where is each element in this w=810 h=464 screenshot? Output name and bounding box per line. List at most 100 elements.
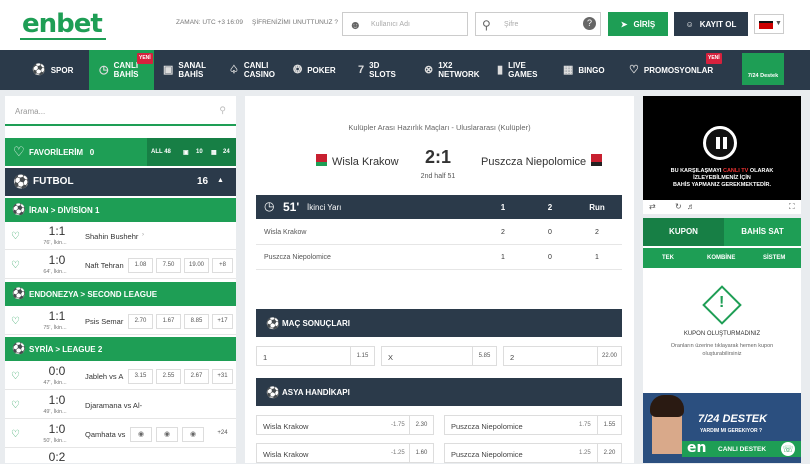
match-minute: 49', İkin...: [43, 409, 67, 415]
nav-live-games[interactable]: ▮ LIVE GAMES: [497, 50, 537, 90]
match-row[interactable]: ♡ 0:0 47', İkin... Jableh vs A 3.15 2.55…: [5, 362, 236, 390]
search-icon: ⚲: [219, 105, 226, 115]
heart-icon[interactable]: ♡: [11, 371, 20, 382]
chevron-up-icon[interactable]: ▲: [217, 177, 224, 184]
live-period: İkinci Yarı: [307, 203, 342, 212]
heart-icon[interactable]: ♡: [11, 260, 20, 271]
more-odds-button[interactable]: +17: [212, 314, 233, 329]
tab-sistem[interactable]: SİSTEM: [763, 255, 785, 261]
tab-kombine[interactable]: KOMBİNE: [707, 255, 735, 261]
forgot-password-link[interactable]: ŞİFRENİZİMI UNUTTUNUZ ?: [252, 19, 338, 26]
odd-button[interactable]: 2.67: [184, 369, 209, 384]
signup-label: KAYIT OL: [699, 19, 737, 29]
live-minute: 51': [283, 200, 300, 214]
match-score: 0:2: [48, 450, 66, 464]
handicap-odd-button[interactable]: Wisla Krakow -1.25 1.60: [256, 443, 434, 463]
refresh-icon[interactable]: ↻: [675, 202, 682, 211]
more-odds-button[interactable]: +24: [212, 427, 233, 442]
search-input[interactable]: Arama... ⚲: [5, 96, 236, 126]
nav-poker[interactable]: ❂ POKER: [293, 50, 336, 90]
pause-icon[interactable]: [703, 126, 737, 160]
help-icon[interactable]: ?: [583, 17, 596, 30]
tv-icon[interactable]: ▣: [183, 149, 189, 156]
tab-bahis-sat[interactable]: BAHİS SAT: [724, 218, 801, 246]
away-team: Puszcza Niepolomice: [481, 156, 587, 168]
heart-icon[interactable]: ♡: [11, 400, 20, 411]
nav-canli-bahis[interactable]: ◷ CANLI BAHİS YENİ: [89, 50, 154, 90]
favorites-filter: ALL 48 ▣ 10 ▦ 24: [147, 138, 236, 166]
odd-button[interactable]: 2.55: [156, 369, 181, 384]
match-row[interactable]: ♡ 1:1 76', İkin... Shahin Bushehr ›: [5, 222, 236, 250]
more-odds-button[interactable]: +8: [212, 258, 233, 273]
odd-button[interactable]: 7.50: [156, 258, 181, 273]
odd-button-draw[interactable]: X 5.85: [381, 346, 497, 366]
enbet-logo[interactable]: enbet: [22, 9, 103, 39]
new-badge: YENİ: [706, 53, 722, 64]
nav-bingo[interactable]: ▦ BINGO: [563, 50, 605, 90]
login-button[interactable]: ➤ GİRİŞ: [608, 12, 668, 36]
odd-button[interactable]: 2.70: [128, 314, 153, 329]
nav-spor[interactable]: ⚽ SPOR: [32, 50, 73, 90]
handicap-odd-button[interactable]: Puszcza Niepolomice 1.75 1.55: [444, 415, 622, 435]
odd-button[interactable]: 8.85: [184, 314, 209, 329]
heart-icon[interactable]: ♡: [11, 316, 20, 327]
market-title: MAÇ SONUÇLARI: [282, 319, 350, 328]
odd-button[interactable]: 3.15: [128, 369, 153, 384]
live-stats-header: ◷ 51' İkinci Yarı 1 2 Run: [256, 195, 622, 219]
soccer-ball-icon: ⚽: [13, 174, 30, 189]
odd-value: 22.00: [597, 347, 621, 365]
headset-icon: ☏: [781, 442, 795, 456]
nav-label: CASINO: [243, 70, 275, 79]
flag-icon: [759, 21, 773, 29]
handicap-odd-button[interactable]: Puszcza Niepolomice 1.25 2.20: [444, 443, 622, 463]
heart-icon[interactable]: ♡: [11, 231, 20, 242]
volume-icon[interactable]: ♬: [687, 202, 695, 211]
more-odds-button[interactable]: +31: [212, 369, 233, 384]
nav-3d-slots[interactable]: 7 3D SLOTS: [358, 50, 396, 90]
grid-icon[interactable]: ▦: [211, 149, 217, 156]
league-header[interactable]: ⚽ ENDONEZYA > SECOND LEAGUE: [5, 282, 236, 306]
banner-logo: en: [687, 440, 707, 456]
market-header-asian-handicap[interactable]: ⚽ ASYA HANDİKAPI: [256, 378, 622, 406]
match-row[interactable]: ♡ 1:0 64', İkin... Naft Tehran 1.08 7.50…: [5, 251, 236, 279]
loop-icon[interactable]: ⇄: [649, 202, 656, 211]
username-input[interactable]: ☻ Kullanıcı Adı: [342, 12, 468, 36]
handicap-odd-button[interactable]: Wisla Krakow -1.75 2.30: [256, 415, 434, 435]
odd-button-away[interactable]: 2 22.00: [503, 346, 622, 366]
language-select[interactable]: ▼: [754, 14, 784, 34]
signup-button[interactable]: ☺ KAYIT OL: [674, 12, 748, 36]
odd-button[interactable]: 19.00: [184, 258, 209, 273]
match-row[interactable]: ♡ 1:0 49', İkin... Djaramana vs Al-: [5, 391, 236, 419]
odd-button-home[interactable]: 1 1.15: [256, 346, 375, 366]
odd-button[interactable]: 1.08: [128, 258, 153, 273]
nav-label: CANLI: [113, 61, 139, 70]
add-user-icon: ☺: [685, 19, 694, 29]
match-row[interactable]: 0:2: [5, 449, 236, 464]
match-teams: Jableh vs A: [85, 372, 124, 381]
stat-col-header: 1: [500, 203, 506, 212]
league-header[interactable]: ⚽ İRAN > DİVİSİON 1: [5, 198, 236, 222]
nav-sanal-bahis[interactable]: ▣ SANAL BAHİS: [163, 50, 206, 90]
odd-label: 2: [510, 353, 515, 362]
match-row[interactable]: ♡ 1:1 75', İkin... Psis Semar 2.70 1.67 …: [5, 307, 236, 335]
filter-all[interactable]: ALL 48: [151, 149, 171, 155]
heart-icon[interactable]: ♡: [11, 429, 20, 440]
odd-value: 1.55: [597, 416, 621, 434]
soccer-ball-icon: ⚽: [266, 387, 280, 399]
support-button[interactable]: 7/24 Destek: [742, 53, 784, 85]
sport-header-futbol[interactable]: ⚽ FUTBOL 16 ▲: [5, 168, 236, 196]
nav-1x2-network[interactable]: ⊗ 1X2 NETWORK: [424, 50, 480, 90]
favorites-bar[interactable]: ♡ FAVORİLERİM 0 ALL 48 ▣ 10 ▦ 24: [5, 138, 236, 166]
nav-canli-casino[interactable]: ♤ CANLI CASINO: [229, 50, 275, 90]
tab-kupon[interactable]: KUPON: [643, 218, 724, 246]
odd-button[interactable]: 1.67: [156, 314, 181, 329]
market-header-results[interactable]: ⚽ MAÇ SONUÇLARI: [256, 309, 622, 337]
nav-promosyonlar[interactable]: ♡ PROMOSYONLAR YENİ: [629, 50, 722, 90]
tab-tek[interactable]: TEK: [662, 255, 674, 261]
nav-label: BAHİS: [113, 70, 139, 79]
lock-icon: ◉: [130, 427, 152, 442]
match-row[interactable]: ♡ 1:0 50', İkin... Qamhata vs ◉ ◉ ◉ +24: [5, 420, 236, 448]
fullscreen-icon[interactable]: ⛶: [789, 202, 795, 212]
league-header[interactable]: ⚽ SYRİA > LEAGUE 2: [5, 337, 236, 361]
nav-label: BINGO: [578, 65, 605, 75]
